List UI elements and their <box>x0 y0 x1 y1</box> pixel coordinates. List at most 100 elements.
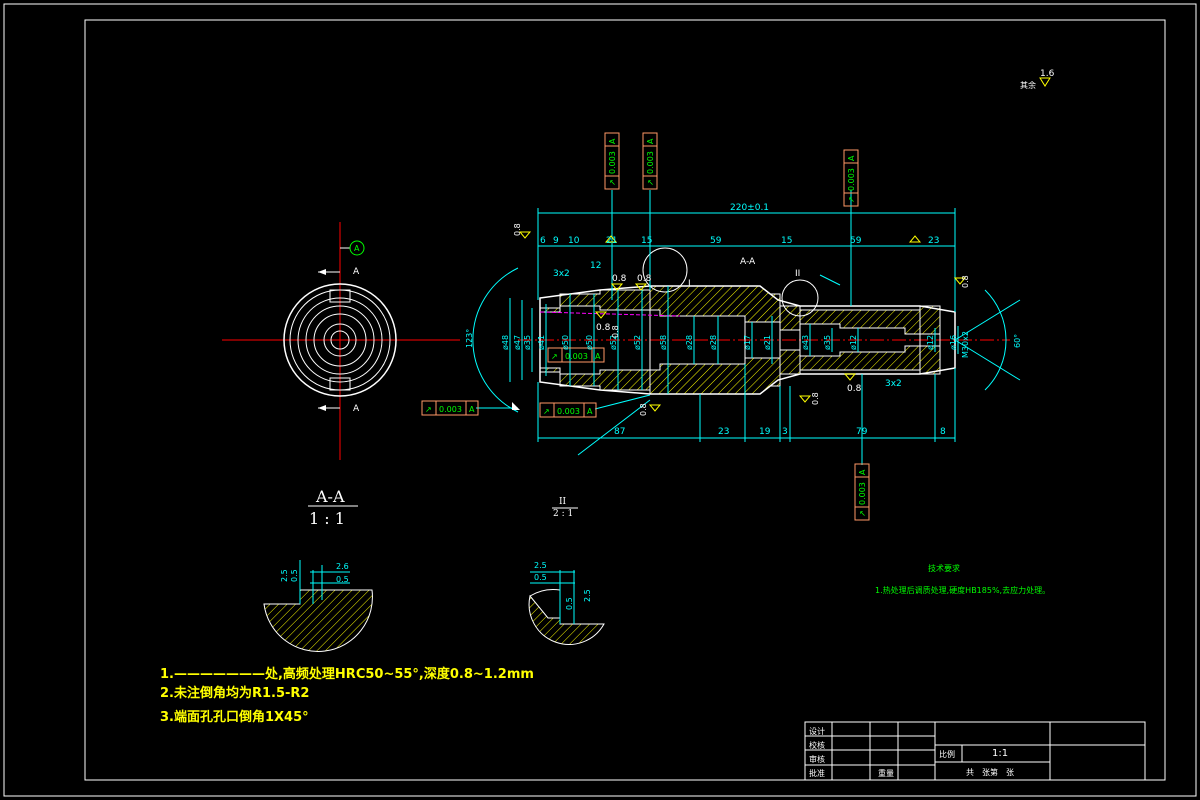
dim-bottom-0: 87 <box>614 427 625 437</box>
tol-2-val: 0.003 <box>847 168 856 191</box>
dim-bottom-2: 19 <box>759 427 771 437</box>
det-left-0: 2.5 <box>280 569 289 582</box>
dia-4: ø50 <box>561 335 570 350</box>
rough-1: 0.8 <box>637 274 652 284</box>
dim-bottom-5: 8 <box>940 427 946 437</box>
tol-1-sym: ↗ <box>646 179 655 186</box>
dia-9: ø28 <box>685 335 694 350</box>
cut-mark-top: A <box>353 267 360 277</box>
tol-4-dat: A <box>469 405 475 414</box>
dim-top-0: 6 <box>540 236 546 246</box>
angle-1: 60° <box>1013 334 1022 348</box>
tolerance-text: ↗ 0.003 A ↗ 0.003 A ↗ 0.003 A ↗ 0.003 A … <box>425 138 867 517</box>
section-view-a-a <box>222 222 460 460</box>
tb-row-2: 审核 <box>809 755 825 764</box>
rough-2: 0.8 <box>596 323 611 333</box>
det-right-3: 2.5 <box>583 589 592 602</box>
dim-top-1: 9 <box>553 236 559 246</box>
det-left-1: 0.5 <box>290 569 299 582</box>
tol-0-dat: A <box>608 138 617 144</box>
detail-view-right: 2.5 0.5 0.5 2.5 <box>528 561 605 645</box>
dia-18: M30x2 <box>961 331 970 358</box>
rough-0: 0.8 <box>612 274 627 284</box>
detail-view-label: II <box>559 497 567 507</box>
tech-req-text: 1.热处理后调质处理,硬度HB185%,去应力处理。 <box>875 586 1051 595</box>
dia-13: ø43 <box>801 335 810 350</box>
dia-1: ø47 <box>513 335 522 350</box>
note-3: 3.端面孔孔口倒角1X45° <box>160 710 309 725</box>
tol-3-sym: ↗ <box>858 510 867 517</box>
det-left-3: 0.5 <box>336 575 349 584</box>
dim-top-5: 59 <box>710 236 722 246</box>
tech-req-title: 技术要求 <box>928 564 960 573</box>
tb-row-3: 批准 <box>809 769 825 778</box>
section-view-scale: 1 : 1 <box>309 509 345 528</box>
note-2: 2.未注倒角均为R1.5-R2 <box>160 686 310 701</box>
dim-top-7: 59 <box>850 236 862 246</box>
detail-view-left: 2.5 0.5 2.6 0.5 <box>263 560 373 652</box>
detail-mark-ii: II <box>795 269 800 279</box>
section-view-label: A-A <box>316 487 345 506</box>
tol-5-val: 0.003 <box>557 407 580 416</box>
callout-other: 其余 <box>1020 81 1036 90</box>
dia-5: ø50 <box>585 335 594 350</box>
tol-2-dat: A <box>847 155 856 161</box>
dia-7: ø52 <box>633 335 642 350</box>
tb-row-0: 设计 <box>809 727 825 736</box>
det-left-2: 2.6 <box>336 562 349 571</box>
datum-label: A <box>354 244 360 253</box>
tol-3-dat: A <box>858 469 867 475</box>
rough-6: 0.8 <box>811 392 820 405</box>
corner-roughness: 1.6 <box>1040 69 1055 79</box>
tol-0-val: 0.003 <box>608 151 617 174</box>
tol-5-sym: ↗ <box>543 407 550 416</box>
dim-top-8: 23 <box>928 236 939 246</box>
tb-scale-value: 1:1 <box>992 748 1009 759</box>
tol-4-val: 0.003 <box>439 405 462 414</box>
detail-mark-i: I <box>688 279 691 289</box>
dia-8: ø58 <box>659 335 668 350</box>
tol-2-sym: ↗ <box>847 196 856 203</box>
dim-top-6: 15 <box>781 236 792 246</box>
tolerance-frames <box>421 132 870 521</box>
tb-row-1: 校核 <box>809 741 825 750</box>
dia-14: ø35 <box>823 335 832 350</box>
tol-6-sym: ↗ <box>551 352 558 361</box>
rough-8: 0.8 <box>611 325 620 338</box>
note-1: 1.———————处,高频处理HRC50~55°,深度0.8~1.2mm <box>160 667 534 682</box>
det-right-1: 0.5 <box>534 573 547 582</box>
tol-1-dat: A <box>646 138 655 144</box>
tol-3-val: 0.003 <box>858 482 867 505</box>
tb-part: 共 张第 张 <box>966 768 1014 777</box>
angle-0: 123° <box>465 329 474 348</box>
dia-0: ø48 <box>501 335 510 350</box>
tol-5-dat: A <box>587 407 593 416</box>
tb-scale-label: 比例 <box>939 750 955 759</box>
tol-6-dat: A <box>595 352 601 361</box>
det-right-0: 2.5 <box>534 561 547 570</box>
dia-11: ø17 <box>743 335 752 350</box>
angle-arc-left <box>472 267 519 413</box>
dia-15: ø12 <box>849 335 858 350</box>
chamfer-2: 3x2 <box>885 379 902 389</box>
dia-2: ø35 <box>523 335 532 350</box>
rough-5: 0.8 <box>961 275 970 288</box>
dim-top-2: 10 <box>568 236 580 246</box>
chamfer-0: 3x2 <box>553 269 570 279</box>
rough-3: 0.8 <box>847 384 862 394</box>
rough-7: 0.8 <box>639 403 648 416</box>
det-right-2: 0.5 <box>565 597 574 610</box>
dia-3: ø41 <box>537 335 546 350</box>
rough-4: 0.8 <box>513 223 522 236</box>
dim-bottom-4: 79 <box>856 427 868 437</box>
chamfer-1: 12 <box>590 261 601 271</box>
dim-overall: 220±0.1 <box>730 203 769 213</box>
dim-bottom-1: 23 <box>718 427 729 437</box>
dim-top-4: 15 <box>641 236 652 246</box>
dia-10: ø28 <box>709 335 718 350</box>
tol-0-sym: ↗ <box>608 179 617 186</box>
tol-6-val: 0.003 <box>565 352 588 361</box>
cut-mark-bottom: A <box>353 404 360 414</box>
dia-16: ø12 <box>926 335 935 350</box>
dia-12: ø21 <box>763 335 772 350</box>
